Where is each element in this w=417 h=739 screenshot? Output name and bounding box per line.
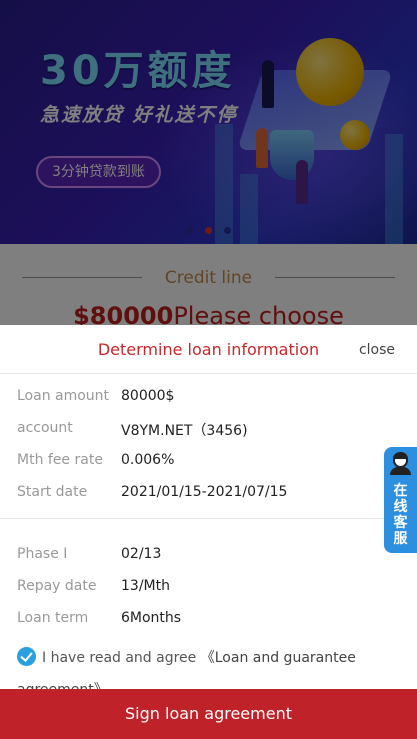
loan-info-sheet: Determine loan information close Loan am… <box>0 325 417 739</box>
info-label: Mth fee rate <box>17 452 103 468</box>
checkbox-checked-icon[interactable] <box>17 647 36 666</box>
info-value: V8YM.NET（3456) <box>121 423 248 439</box>
agreement-text: I have read and agree <box>42 650 197 666</box>
info-label: Start date <box>17 484 88 500</box>
plan-label: Phase I <box>17 546 68 562</box>
close-button[interactable]: close <box>359 342 395 358</box>
customer-service-button[interactable]: 在线客服 <box>384 447 417 553</box>
info-label: Loan amount <box>17 388 110 404</box>
info-label: account <box>17 420 73 436</box>
info-value: 2021/01/15-2021/07/15 <box>121 484 288 500</box>
sign-agreement-button[interactable]: Sign loan agreement <box>0 689 417 739</box>
customer-service-label: 在线客服 <box>393 483 408 547</box>
plan-value: 13/Mth <box>121 578 170 594</box>
plan-value: 6Months <box>121 610 182 626</box>
plan-value: 02/13 <box>121 546 162 562</box>
info-value: 80000$ <box>121 388 175 404</box>
customer-service-icon <box>389 451 412 475</box>
plan-label: Repay date <box>17 578 97 594</box>
section-divider <box>0 518 417 519</box>
plan-label: Loan term <box>17 610 89 626</box>
info-value: 0.006% <box>121 452 175 468</box>
sheet-title: Determine loan information <box>97 340 320 359</box>
sheet-header: Determine loan information close <box>0 325 417 374</box>
